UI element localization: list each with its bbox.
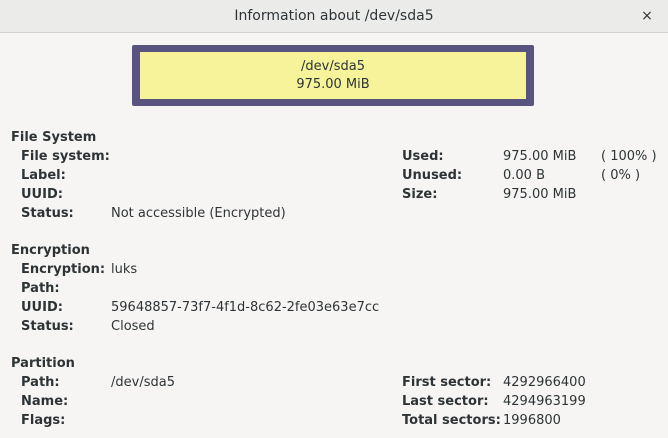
encryption-heading: Encryption bbox=[11, 243, 90, 258]
fs-label-label: Label: bbox=[21, 168, 66, 183]
filesystem-label: File system: bbox=[21, 149, 110, 164]
first-sector-label: First sector: bbox=[402, 375, 492, 390]
partition-path-value: /dev/sda5 bbox=[111, 375, 175, 390]
encryption-value: luks bbox=[111, 262, 138, 277]
used-percent: ( 100% ) bbox=[601, 149, 657, 164]
partition-path-label: Path: bbox=[21, 375, 60, 390]
total-sectors-value: 1996800 bbox=[503, 413, 561, 428]
encryption-status-value: Closed bbox=[111, 319, 155, 334]
unused-value: 0.00 B bbox=[503, 168, 545, 183]
partition-graphic-fill: /dev/sda5 975.00 MiB bbox=[140, 52, 526, 99]
encryption-uuid-value: 59648857-73f7-4f1d-8c62-2fe03e63e7cc bbox=[111, 300, 380, 315]
last-sector-value: 4294963199 bbox=[503, 394, 586, 409]
partition-flags-label: Flags: bbox=[21, 413, 66, 428]
unused-label: Unused: bbox=[402, 168, 463, 183]
encryption-path-label: Path: bbox=[21, 281, 60, 296]
partition-name-label: Name: bbox=[21, 394, 69, 409]
file-system-heading: File System bbox=[11, 130, 97, 145]
window-title: Information about /dev/sda5 bbox=[234, 8, 434, 24]
partition-graphic-size: 975.00 MiB bbox=[296, 77, 370, 92]
fs-uuid-label: UUID: bbox=[21, 187, 63, 202]
title-bar: Information about /dev/sda5 × bbox=[0, 0, 668, 33]
size-label: Size: bbox=[402, 187, 438, 202]
partition-heading: Partition bbox=[11, 356, 75, 371]
partition-graphic-path: /dev/sda5 bbox=[301, 59, 365, 74]
partition-graphic: /dev/sda5 975.00 MiB bbox=[132, 45, 534, 106]
encryption-uuid-label: UUID: bbox=[21, 300, 63, 315]
total-sectors-label: Total sectors: bbox=[402, 413, 501, 428]
used-label: Used: bbox=[402, 149, 444, 164]
encryption-label: Encryption: bbox=[21, 262, 106, 277]
size-value: 975.00 MiB bbox=[503, 187, 577, 202]
encryption-status-label: Status: bbox=[21, 319, 74, 334]
used-value: 975.00 MiB bbox=[503, 149, 577, 164]
first-sector-value: 4292966400 bbox=[503, 375, 586, 390]
fs-status-value: Not accessible (Encrypted) bbox=[111, 206, 286, 221]
fs-status-label: Status: bbox=[21, 206, 74, 221]
unused-percent: ( 0% ) bbox=[601, 168, 641, 183]
close-icon[interactable]: × bbox=[636, 6, 658, 28]
last-sector-label: Last sector: bbox=[402, 394, 489, 409]
